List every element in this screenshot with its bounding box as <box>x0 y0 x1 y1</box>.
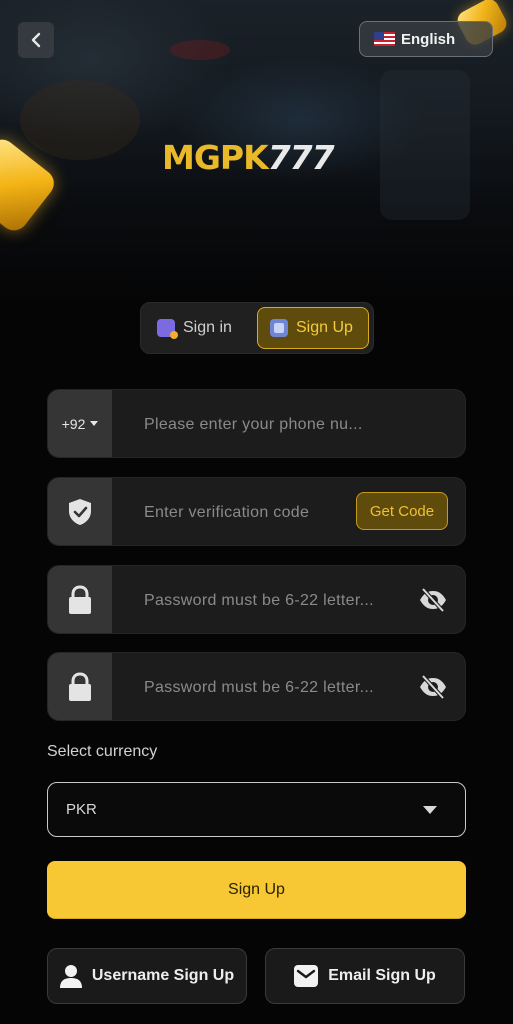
us-flag-icon <box>374 32 395 46</box>
logo-number: 777 <box>267 138 335 177</box>
sign-up-button[interactable]: Sign Up <box>47 861 466 918</box>
password-field <box>47 565 466 634</box>
get-code-button[interactable]: Get Code <box>356 492 448 530</box>
back-button[interactable] <box>18 22 54 58</box>
language-selector[interactable]: English <box>359 21 493 57</box>
caret-down-icon <box>90 421 99 426</box>
tab-label: Sign Up <box>296 319 353 336</box>
confirm-password-field <box>47 652 466 721</box>
sign-up-icon <box>270 319 288 337</box>
tab-sign-in[interactable]: Sign in <box>157 307 261 349</box>
user-icon <box>59 965 82 988</box>
lock-icon <box>69 584 91 614</box>
email-sign-up-label: Email Sign Up <box>328 967 436 984</box>
phone-field: +92 <box>47 389 466 458</box>
confirm-password-input[interactable] <box>142 653 426 720</box>
username-sign-up-button[interactable]: Username Sign Up <box>47 948 247 1004</box>
verification-field: Get Code <box>47 477 466 546</box>
sign-in-icon <box>157 319 178 339</box>
field-icon-box <box>48 478 112 545</box>
brand-logo: MGPK777 <box>162 138 352 178</box>
country-code-selector[interactable]: +92 <box>48 390 112 457</box>
lock-icon <box>69 671 91 701</box>
field-icon-box <box>48 653 112 720</box>
country-code: +92 <box>61 415 86 432</box>
chevron-left-icon <box>31 32 41 48</box>
eye-off-icon[interactable] <box>418 587 448 613</box>
mail-icon <box>294 965 319 987</box>
tab-label: Sign in <box>183 319 232 336</box>
auth-tabs: Sign in Sign Up <box>140 302 374 354</box>
phone-input[interactable] <box>142 390 426 457</box>
eye-off-icon[interactable] <box>418 674 448 700</box>
email-sign-up-button[interactable]: Email Sign Up <box>265 948 465 1004</box>
password-input[interactable] <box>142 566 426 633</box>
field-icon-box <box>48 566 112 633</box>
currency-label: Select currency <box>47 743 158 760</box>
caret-down-icon <box>423 806 437 814</box>
shield-check-icon <box>69 498 91 525</box>
language-label: English <box>401 30 456 48</box>
username-sign-up-label: Username Sign Up <box>91 967 235 984</box>
background-decoration <box>170 40 230 60</box>
tab-sign-up[interactable]: Sign Up <box>257 307 369 349</box>
background-decoration <box>380 70 470 220</box>
currency-value: PKR <box>66 801 97 818</box>
background-decoration <box>20 80 140 160</box>
logo-text: MGPK <box>162 138 269 177</box>
hero-banner: English MGPK777 <box>0 0 513 300</box>
verification-code-input[interactable] <box>142 478 346 545</box>
currency-select[interactable]: PKR <box>47 782 466 837</box>
